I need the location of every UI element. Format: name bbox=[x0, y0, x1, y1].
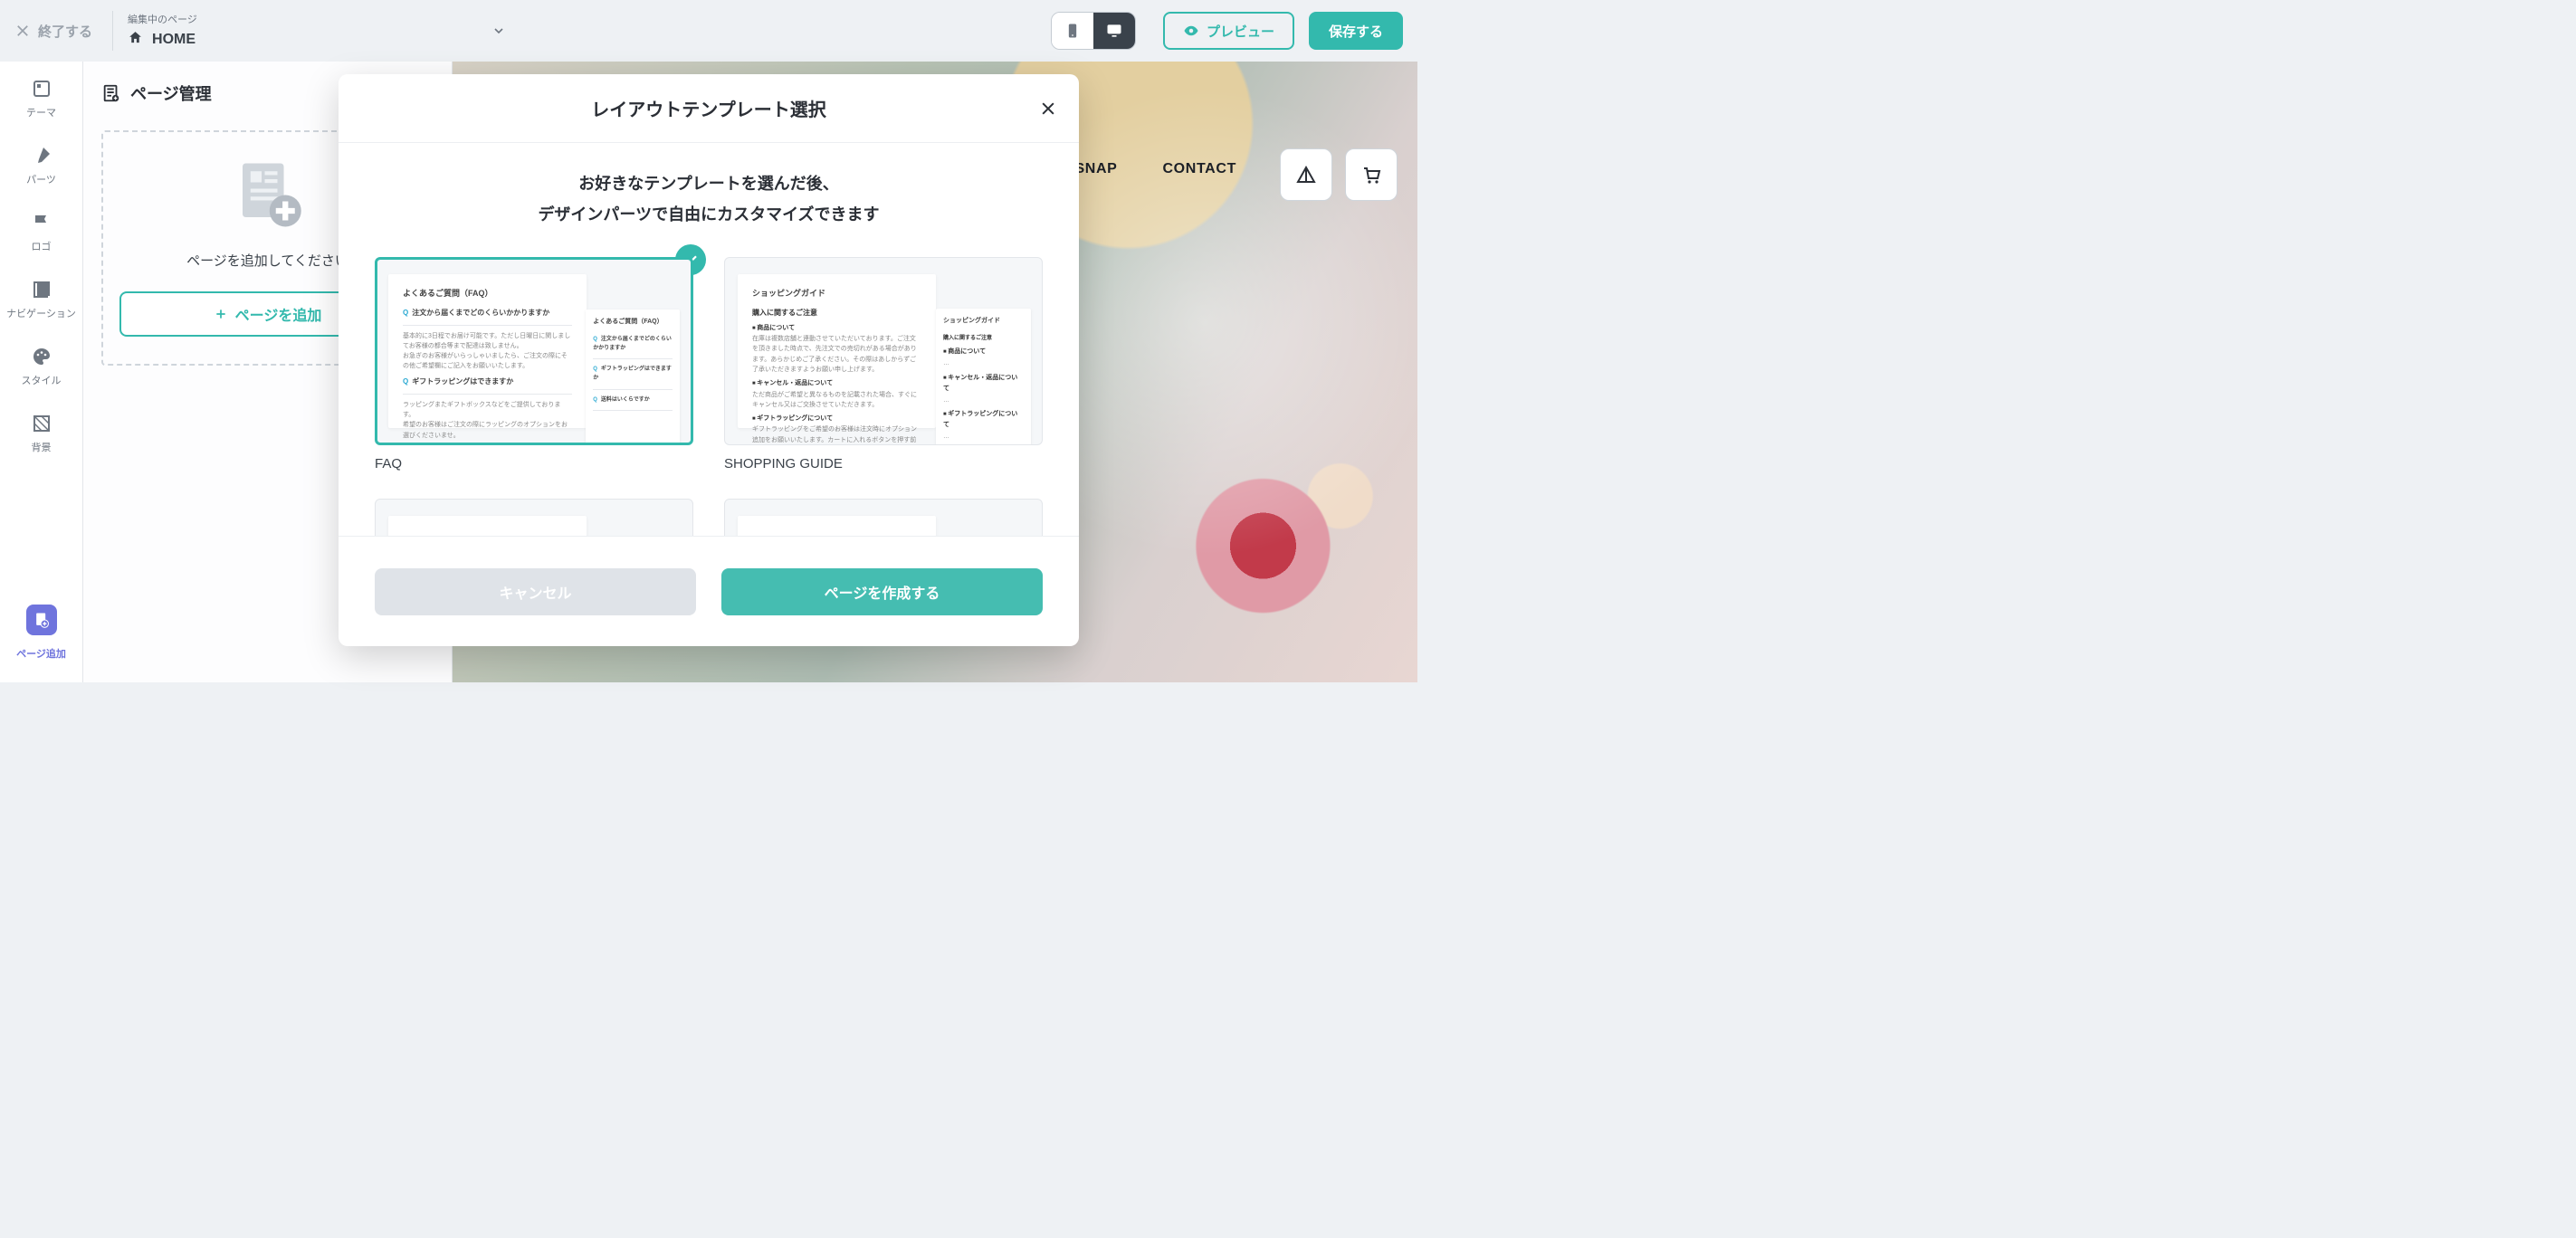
template-desktop-preview bbox=[738, 516, 936, 536]
sidebar-item-style[interactable]: スタイル bbox=[0, 333, 82, 400]
editing-label: 編集中のページ bbox=[128, 12, 197, 26]
flag-icon bbox=[31, 212, 52, 233]
preview-label: プレビュー bbox=[1207, 22, 1274, 41]
template-card-shopping-guide[interactable]: ショッピングガイド 購入に関するご注意 商品について 在庫は複数店舗と連動させて… bbox=[724, 257, 1043, 471]
add-page-icon bbox=[26, 605, 57, 635]
modal-body[interactable]: お好きなテンプレートを選んだ後、 デザインパーツで自由にカスタマイズできます よ… bbox=[339, 143, 1079, 536]
modal-title: レイアウトテンプレート選択 bbox=[591, 95, 825, 121]
template-thumbnail bbox=[724, 499, 1043, 536]
sidebar-item-label: ページ追加 bbox=[16, 646, 66, 661]
modal-lead: お好きなテンプレートを選んだ後、 デザインパーツで自由にカスタマイズできます bbox=[375, 168, 1043, 230]
editing-page-dropdown[interactable]: 編集中のページ HOME bbox=[128, 12, 197, 50]
add-page-button-label: ページを追加 bbox=[235, 303, 322, 325]
modal-close-button[interactable] bbox=[1035, 96, 1061, 121]
eye-icon bbox=[1183, 23, 1199, 39]
sidebar-item-label: ロゴ bbox=[32, 239, 52, 253]
background-icon bbox=[31, 413, 52, 434]
template-name: SHOPPING GUIDE bbox=[724, 456, 1043, 471]
preview-header-icons bbox=[1280, 148, 1398, 201]
exit-label: 終了する bbox=[38, 22, 92, 41]
chevron-down-icon bbox=[491, 24, 506, 38]
editing-page-name: HOME bbox=[152, 32, 196, 48]
template-card-placeholder[interactable] bbox=[724, 499, 1043, 536]
create-page-button[interactable]: ページを作成する bbox=[721, 568, 1043, 615]
sidebar-item-label: 背景 bbox=[32, 440, 52, 454]
mobile-icon bbox=[1064, 22, 1082, 40]
desktop-icon bbox=[1105, 22, 1123, 40]
device-toggle bbox=[1051, 12, 1136, 50]
template-card-placeholder[interactable] bbox=[375, 499, 693, 536]
close-icon bbox=[1039, 100, 1057, 118]
panel-title-text: ページ管理 bbox=[130, 81, 212, 105]
sidebar-item-navigation[interactable]: ナビゲーション bbox=[0, 266, 82, 333]
save-button[interactable]: 保存する bbox=[1309, 12, 1403, 50]
plus-icon bbox=[214, 307, 228, 321]
cancel-button[interactable]: キャンセル bbox=[375, 568, 696, 615]
sidebar-item-label: テーマ bbox=[26, 105, 56, 119]
template-name: FAQ bbox=[375, 456, 693, 471]
modal-lead-line2: デザインパーツで自由にカスタマイズできます bbox=[375, 199, 1043, 230]
template-thumbnail bbox=[375, 499, 693, 536]
empty-page-icon bbox=[230, 154, 306, 234]
template-thumbnail: よくあるご質問（FAQ） Q注文から届くまでどのくらいかかりますか 基本的に3日… bbox=[375, 257, 693, 445]
template-desktop-preview bbox=[388, 516, 587, 536]
cart-icon bbox=[1360, 164, 1382, 186]
preview-button[interactable]: プレビュー bbox=[1163, 12, 1294, 50]
template-mobile-preview: よくあるご質問（FAQ） Q注文から届くまでどのくらいかかりますか Qギフトラッ… bbox=[586, 310, 680, 444]
template-mobile-preview: ショッピングガイド 購入に関するご注意 商品について … キャンセル・返品につい… bbox=[936, 309, 1031, 445]
nav-icon bbox=[31, 279, 52, 300]
brush-icon bbox=[31, 145, 52, 167]
template-desktop-preview: よくあるご質問（FAQ） Q注文から届くまでどのくらいかかりますか 基本的に3日… bbox=[388, 274, 587, 428]
modal-footer: キャンセル ページを作成する bbox=[339, 536, 1079, 646]
sidebar-item-theme[interactable]: テーマ bbox=[0, 65, 82, 132]
layout-template-modal: レイアウトテンプレート選択 お好きなテンプレートを選んだ後、 デザインパーツで自… bbox=[339, 74, 1079, 646]
sidebar-item-label: ナビゲーション bbox=[6, 306, 76, 320]
sidebar-item-background[interactable]: 背景 bbox=[0, 400, 82, 467]
preview-nav-item[interactable]: CONTACT bbox=[1162, 161, 1236, 177]
modal-header: レイアウトテンプレート選択 bbox=[339, 74, 1079, 143]
tent-icon-button[interactable] bbox=[1280, 148, 1332, 201]
template-grid: よくあるご質問（FAQ） Q注文から届くまでどのくらいかかりますか 基本的に3日… bbox=[375, 257, 1043, 536]
sidebar-item-add-page[interactable]: ページ追加 bbox=[0, 592, 82, 673]
sidebar-item-logo[interactable]: ロゴ bbox=[0, 199, 82, 266]
divider bbox=[112, 11, 113, 51]
template-desktop-preview: ショッピングガイド 購入に関するご注意 商品について 在庫は複数店舗と連動させて… bbox=[738, 274, 936, 428]
close-icon bbox=[14, 23, 31, 39]
device-desktop-button[interactable] bbox=[1093, 13, 1135, 49]
palette-icon bbox=[31, 346, 52, 367]
home-icon bbox=[128, 30, 143, 50]
exit-button[interactable]: 終了する bbox=[14, 22, 112, 41]
page-dropdown-chevron[interactable] bbox=[197, 8, 519, 53]
save-label: 保存する bbox=[1329, 22, 1383, 41]
device-mobile-button[interactable] bbox=[1052, 13, 1093, 49]
theme-icon bbox=[31, 78, 52, 100]
template-card-faq[interactable]: よくあるご質問（FAQ） Q注文から届くまでどのくらいかかりますか 基本的に3日… bbox=[375, 257, 693, 471]
page-manage-icon bbox=[101, 83, 121, 103]
empty-message: ページを追加してください bbox=[186, 251, 348, 270]
sidebar-item-parts[interactable]: パーツ bbox=[0, 132, 82, 199]
sidebar-item-label: パーツ bbox=[26, 172, 56, 186]
sidebar-item-label: スタイル bbox=[22, 373, 62, 387]
tent-icon bbox=[1295, 164, 1317, 186]
sidebar: テーマ パーツ ロゴ ナビゲーション スタイル 背景 ページ追加 bbox=[0, 62, 83, 682]
template-thumbnail: ショッピングガイド 購入に関するご注意 商品について 在庫は複数店舗と連動させて… bbox=[724, 257, 1043, 445]
cart-icon-button[interactable] bbox=[1345, 148, 1398, 201]
modal-lead-line1: お好きなテンプレートを選んだ後、 bbox=[375, 168, 1043, 199]
topbar: 終了する 編集中のページ HOME プレビュー 保存する bbox=[0, 0, 1417, 62]
